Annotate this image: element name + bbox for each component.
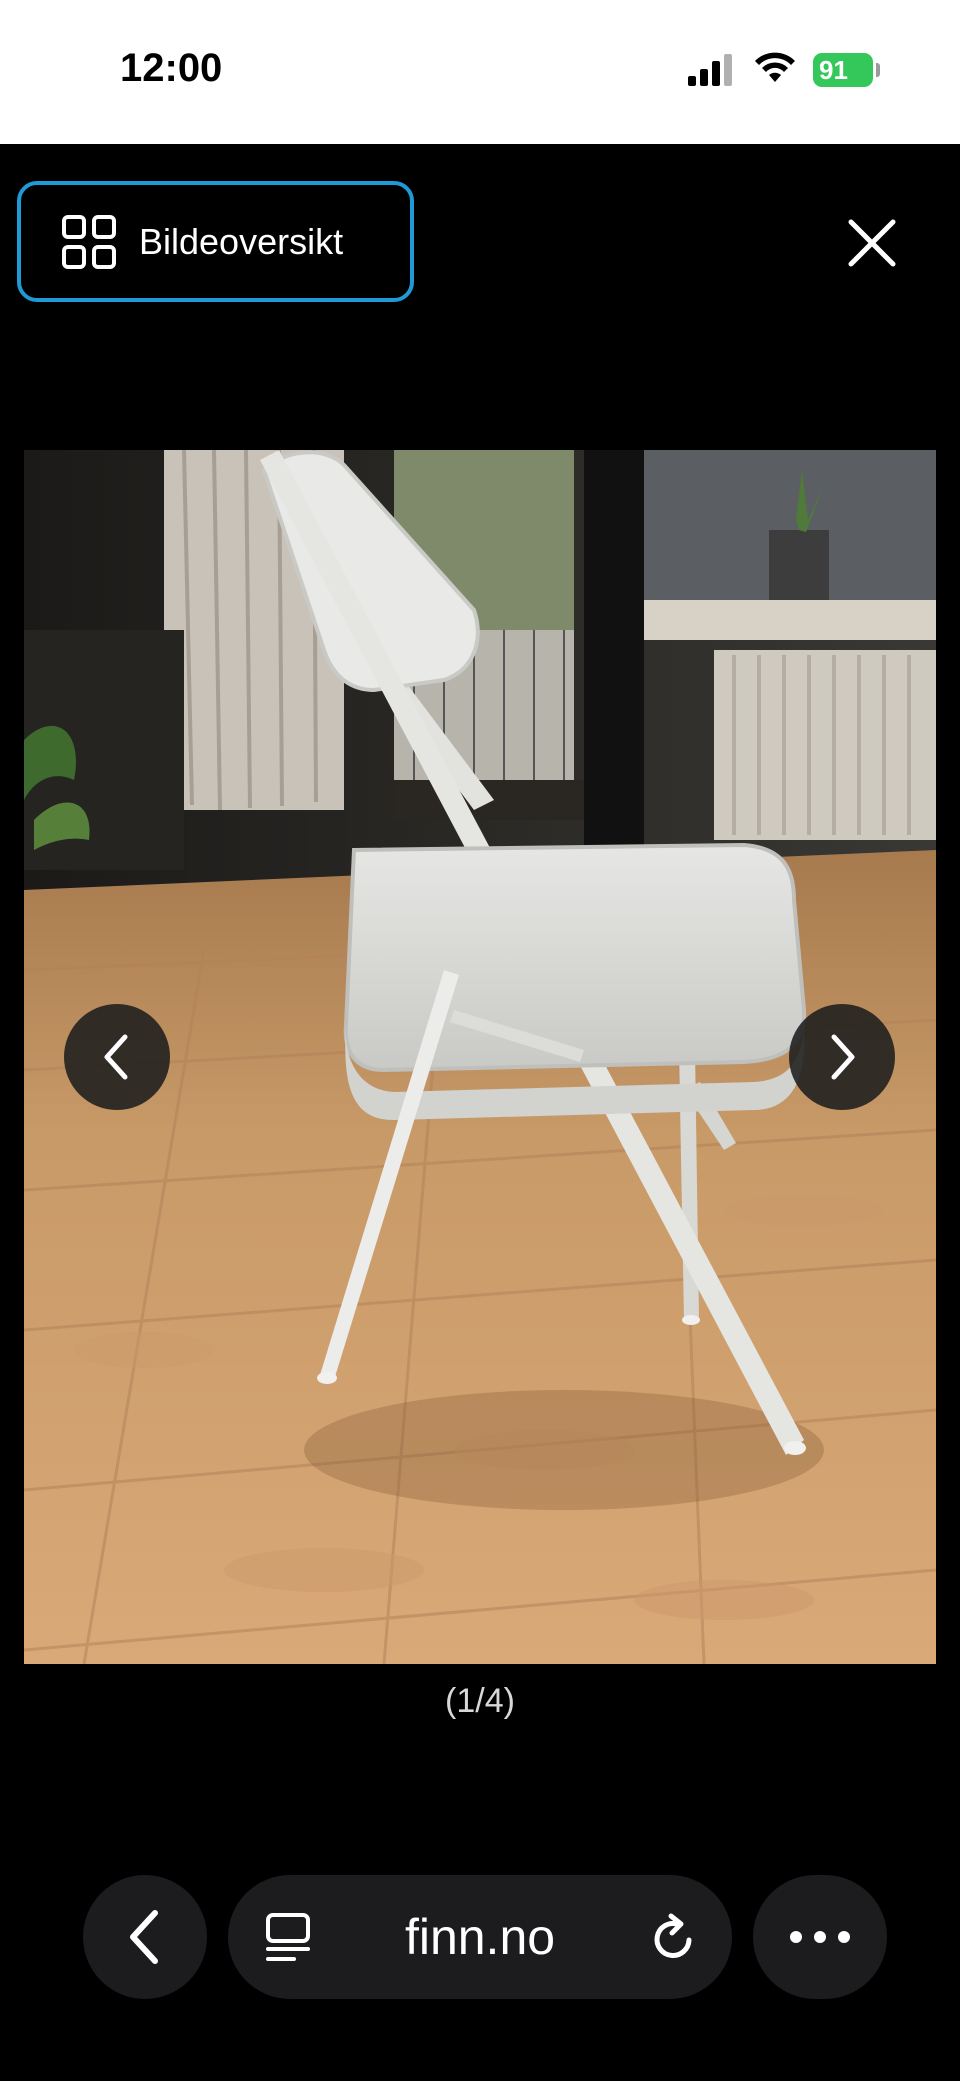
close-icon <box>848 219 896 267</box>
next-image-button[interactable] <box>789 1004 895 1110</box>
reload-icon[interactable] <box>649 1912 699 1964</box>
close-button[interactable] <box>845 216 899 270</box>
status-time: 12:00 <box>120 46 223 90</box>
status-bar: 12:00 91 <box>0 0 960 144</box>
grid-icon <box>62 214 116 269</box>
image-overview-label: Bildeoversikt <box>139 220 344 262</box>
image-overview-button[interactable]: Bildeoversikt <box>17 181 414 302</box>
previous-image-button[interactable] <box>64 1004 170 1110</box>
more-options-button[interactable] <box>753 1875 887 1999</box>
image-counter: (1/4) <box>445 1682 515 1720</box>
battery-level: 91 <box>819 55 848 85</box>
battery-indicator: 91 <box>813 53 873 87</box>
browser-back-button[interactable] <box>83 1875 207 1999</box>
address-bar[interactable]: finn.no <box>228 1875 732 1999</box>
chevron-left-icon <box>130 1910 158 1964</box>
cellular-signal-icon <box>688 54 732 86</box>
chevron-right-icon <box>831 1034 855 1080</box>
more-icon <box>790 1931 850 1943</box>
chevron-left-icon <box>104 1034 128 1080</box>
wifi-icon <box>755 52 795 82</box>
battery-cap <box>876 63 880 77</box>
